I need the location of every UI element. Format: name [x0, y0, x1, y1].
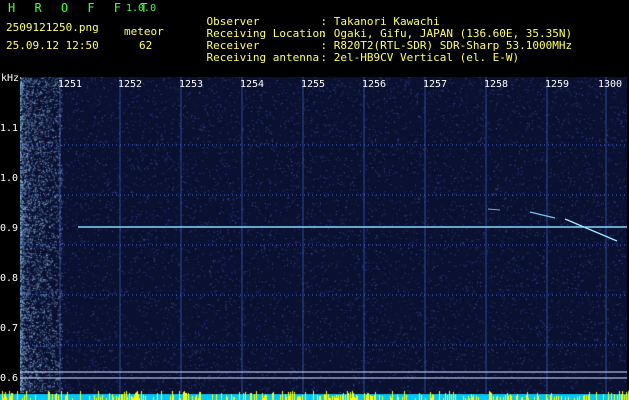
info-row-antenna: Receiving antenna: 2el-HB9CV Vertical (e…	[180, 40, 520, 76]
signal-level-strip	[0, 390, 629, 400]
y-tick-label: 1.0	[0, 173, 19, 184]
x-tick-label: 1255	[301, 79, 326, 90]
meteor-trace	[487, 208, 501, 211]
spectrogram-overlay	[20, 77, 627, 393]
x-tick-label: 1257	[423, 79, 448, 90]
x-tick-label: 1252	[118, 79, 143, 90]
x-tick-label: 1300	[598, 79, 623, 90]
timestamp: 25.09.12 12:50	[6, 39, 99, 52]
y-tick-label: 0.8	[0, 273, 19, 284]
app-version: 1.0.0	[126, 3, 157, 14]
x-tick-label: 1258	[484, 79, 509, 90]
hrofft-screen: H R O F F T 1.0.0 2509121250.png meteor …	[0, 0, 629, 400]
x-tick-label: 1259	[545, 79, 570, 90]
y-tick-label: 1.1	[0, 123, 19, 134]
x-tick-label: 1254	[240, 79, 265, 90]
meteor-count: 62	[139, 39, 153, 52]
meteor-label: meteor	[124, 25, 164, 38]
info-value: : 2el-HB9CV Vertical (el. E-W)	[320, 51, 520, 64]
info-label: Receiving antenna	[206, 51, 320, 64]
file-name: 2509121250.png	[6, 21, 99, 34]
y-tick-label: 0.6	[0, 373, 19, 384]
spectrogram	[20, 77, 627, 393]
meteor-trace	[564, 218, 618, 242]
x-tick-label: 1251	[58, 79, 83, 90]
y-tick-label: 0.9	[0, 223, 19, 234]
x-tick-label: 1256	[362, 79, 387, 90]
meteor-trace	[529, 211, 556, 219]
x-tick-label: 1253	[179, 79, 204, 90]
y-tick-label: 0.7	[0, 323, 19, 334]
y-axis-unit: kHz	[1, 73, 20, 84]
